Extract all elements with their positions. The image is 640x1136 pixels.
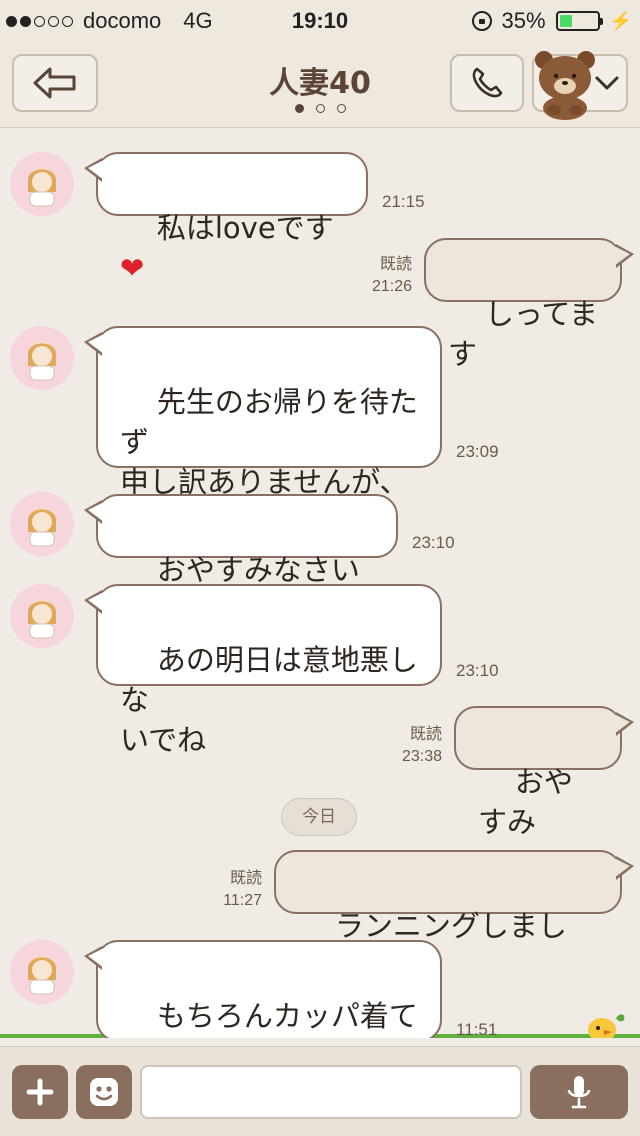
message-time: 23:09	[456, 442, 499, 461]
rotation-lock-icon	[471, 11, 492, 31]
message-bubble[interactable]: おやすみなさい💤	[84, 494, 398, 627]
message-time: 23:38	[401, 748, 442, 765]
avatar-girl-icon	[28, 599, 56, 639]
charging-icon: ⚡	[609, 10, 632, 31]
bear-sticker-icon	[535, 51, 595, 120]
smiley-icon	[90, 1078, 118, 1106]
read-receipt: 既読	[409, 726, 442, 743]
message-time: 11:27	[223, 892, 262, 909]
message-meta: 既読 23:38	[382, 724, 442, 768]
message-bubble[interactable]: あの明日は意地悪しな いでね	[84, 584, 442, 757]
message-time: 11:51	[456, 1020, 498, 1038]
chick-sticker-icon	[588, 1014, 625, 1038]
battery-icon	[555, 11, 603, 31]
avatar[interactable]	[10, 584, 74, 648]
message-bubble[interactable]: 先生のお帰りを待たず 申し訳ありませんが、 お先に休みますね😰	[84, 326, 442, 539]
sticker-button[interactable]	[76, 1065, 132, 1119]
avatar[interactable]	[10, 326, 74, 390]
add-button[interactable]	[12, 1065, 68, 1119]
heart-emoji-icon: ❤	[120, 251, 145, 285]
chat-history[interactable]: 私はloveです ❤ 21:15 既読 21:26 しってます 先生のお帰りを待た…	[0, 128, 640, 1038]
message-meta: 既読 21:26	[352, 254, 412, 298]
plus-icon	[26, 1078, 54, 1106]
message-text: 私はloveです	[156, 211, 334, 245]
read-receipt: 既読	[229, 870, 262, 887]
message-bubble[interactable]: もちろんカッパ着てし てきましたよー🏃	[84, 940, 442, 1038]
message-bubble[interactable]: おやすみ	[454, 706, 634, 839]
message-time: 21:26	[371, 278, 412, 295]
voice-button[interactable]	[530, 1065, 628, 1119]
message-bubble[interactable]: しってます	[424, 238, 634, 371]
date-separator: 今日	[281, 798, 357, 836]
call-button[interactable]	[450, 54, 524, 112]
message-text: しってます	[448, 297, 598, 371]
message-bubble[interactable]: ランニングしました？	[274, 850, 634, 983]
avatar-girl-icon	[28, 955, 56, 995]
message-text: あの明日は意地悪しな いでね	[120, 643, 418, 757]
chat-header: 人妻40	[0, 40, 640, 128]
message-input[interactable]	[140, 1065, 522, 1119]
read-receipt: 既読	[379, 256, 412, 273]
avatar-girl-icon	[28, 167, 56, 207]
avatar-girl-icon	[28, 341, 56, 381]
menu-button[interactable]	[532, 51, 628, 120]
message-time: 23:10	[412, 533, 455, 552]
message-bubble[interactable]: 私はloveです ❤	[84, 152, 368, 285]
message-time: 23:10	[456, 661, 499, 680]
compose-bar	[0, 1046, 640, 1136]
phone-icon	[472, 67, 503, 98]
avatar[interactable]	[10, 492, 74, 556]
battery-percent: 35%	[501, 8, 546, 33]
avatar[interactable]	[10, 152, 74, 216]
microphone-icon	[567, 1076, 591, 1109]
message-text: もちろんカッパ着てし てきましたよー🏃	[156, 999, 418, 1033]
status-bar: docomo 4G 19:10 35% ⚡	[0, 0, 640, 40]
message-meta: 既読 11:27	[202, 868, 262, 912]
chevron-down-icon	[595, 76, 619, 90]
avatar-girl-icon	[28, 507, 56, 547]
message-time: 21:15	[382, 192, 425, 211]
message-text: おやすみ	[478, 765, 573, 839]
avatar[interactable]	[10, 940, 74, 1004]
